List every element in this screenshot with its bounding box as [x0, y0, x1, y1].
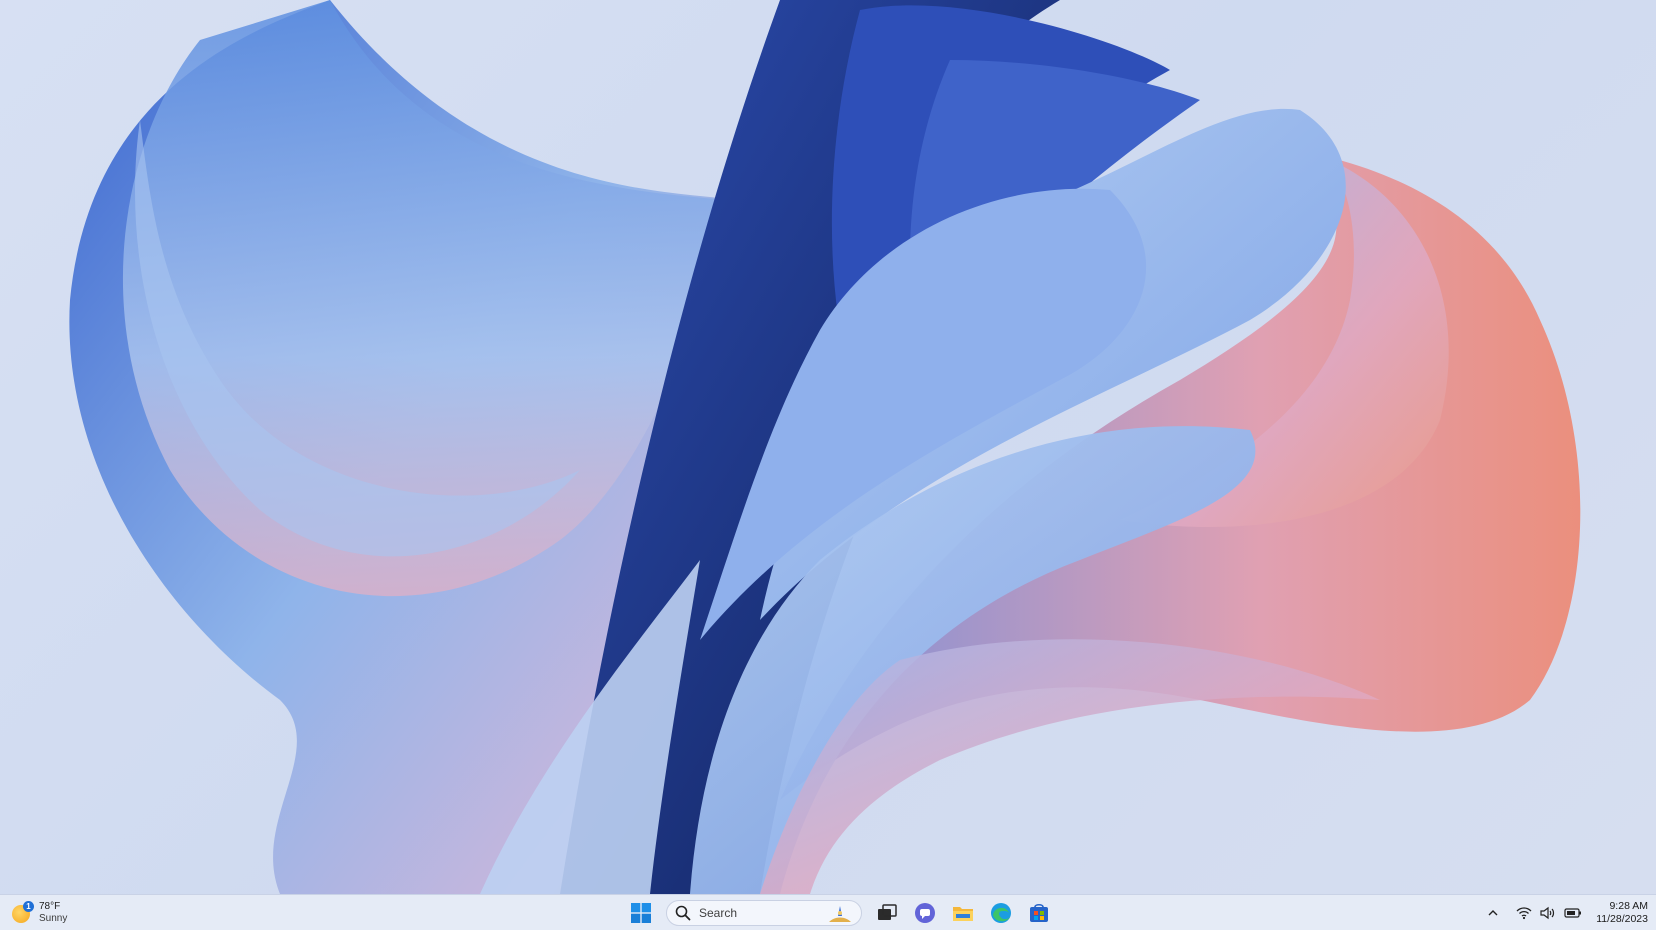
- wifi-icon: [1516, 907, 1532, 920]
- windows-start-icon: [631, 903, 651, 923]
- weather-temperature: 78°F: [39, 901, 61, 912]
- search-highlight-icon: [829, 906, 851, 922]
- task-view-icon: [878, 904, 897, 920]
- clock[interactable]: 9:28 AM 11/28/2023: [1596, 900, 1648, 926]
- chevron-up-icon: [1488, 910, 1498, 916]
- sun-icon: 1: [10, 901, 34, 925]
- weather-condition: Sunny: [39, 913, 68, 924]
- battery-button[interactable]: [1564, 907, 1582, 919]
- chat-button[interactable]: [910, 898, 940, 928]
- clock-date: 11/28/2023: [1596, 913, 1648, 925]
- search-input[interactable]: Search: [666, 900, 862, 926]
- task-view-button[interactable]: [872, 898, 902, 928]
- search-icon: [675, 905, 691, 921]
- battery-icon: [1564, 908, 1582, 918]
- show-hidden-icons-button[interactable]: [1486, 906, 1500, 920]
- store-icon: [1030, 903, 1048, 922]
- folder-icon: [953, 907, 973, 921]
- store-button[interactable]: [1024, 898, 1054, 928]
- network-button[interactable]: [1516, 906, 1532, 920]
- desktop-wallpaper: [0, 0, 1656, 894]
- weather-badge: 1: [23, 901, 34, 912]
- edge-icon: [991, 903, 1011, 923]
- file-explorer-button[interactable]: [948, 898, 978, 928]
- edge-button[interactable]: [986, 898, 1016, 928]
- weather-widget[interactable]: 1 78°F Sunny: [10, 898, 100, 928]
- chat-icon: [915, 903, 935, 923]
- bloom-wallpaper-graphic: [69, 0, 1581, 894]
- volume-button[interactable]: [1540, 906, 1556, 920]
- taskbar-center: Search: [622, 898, 1058, 928]
- volume-icon: [1540, 906, 1555, 920]
- search-placeholder: Search: [699, 906, 738, 920]
- taskbar: 1 78°F Sunny Search 9:28 AM 11/28/2023: [0, 894, 1656, 930]
- clock-time: 9:28 AM: [1609, 900, 1648, 912]
- start-button[interactable]: [626, 898, 656, 928]
- system-tray: 9:28 AM 11/28/2023: [1482, 895, 1656, 931]
